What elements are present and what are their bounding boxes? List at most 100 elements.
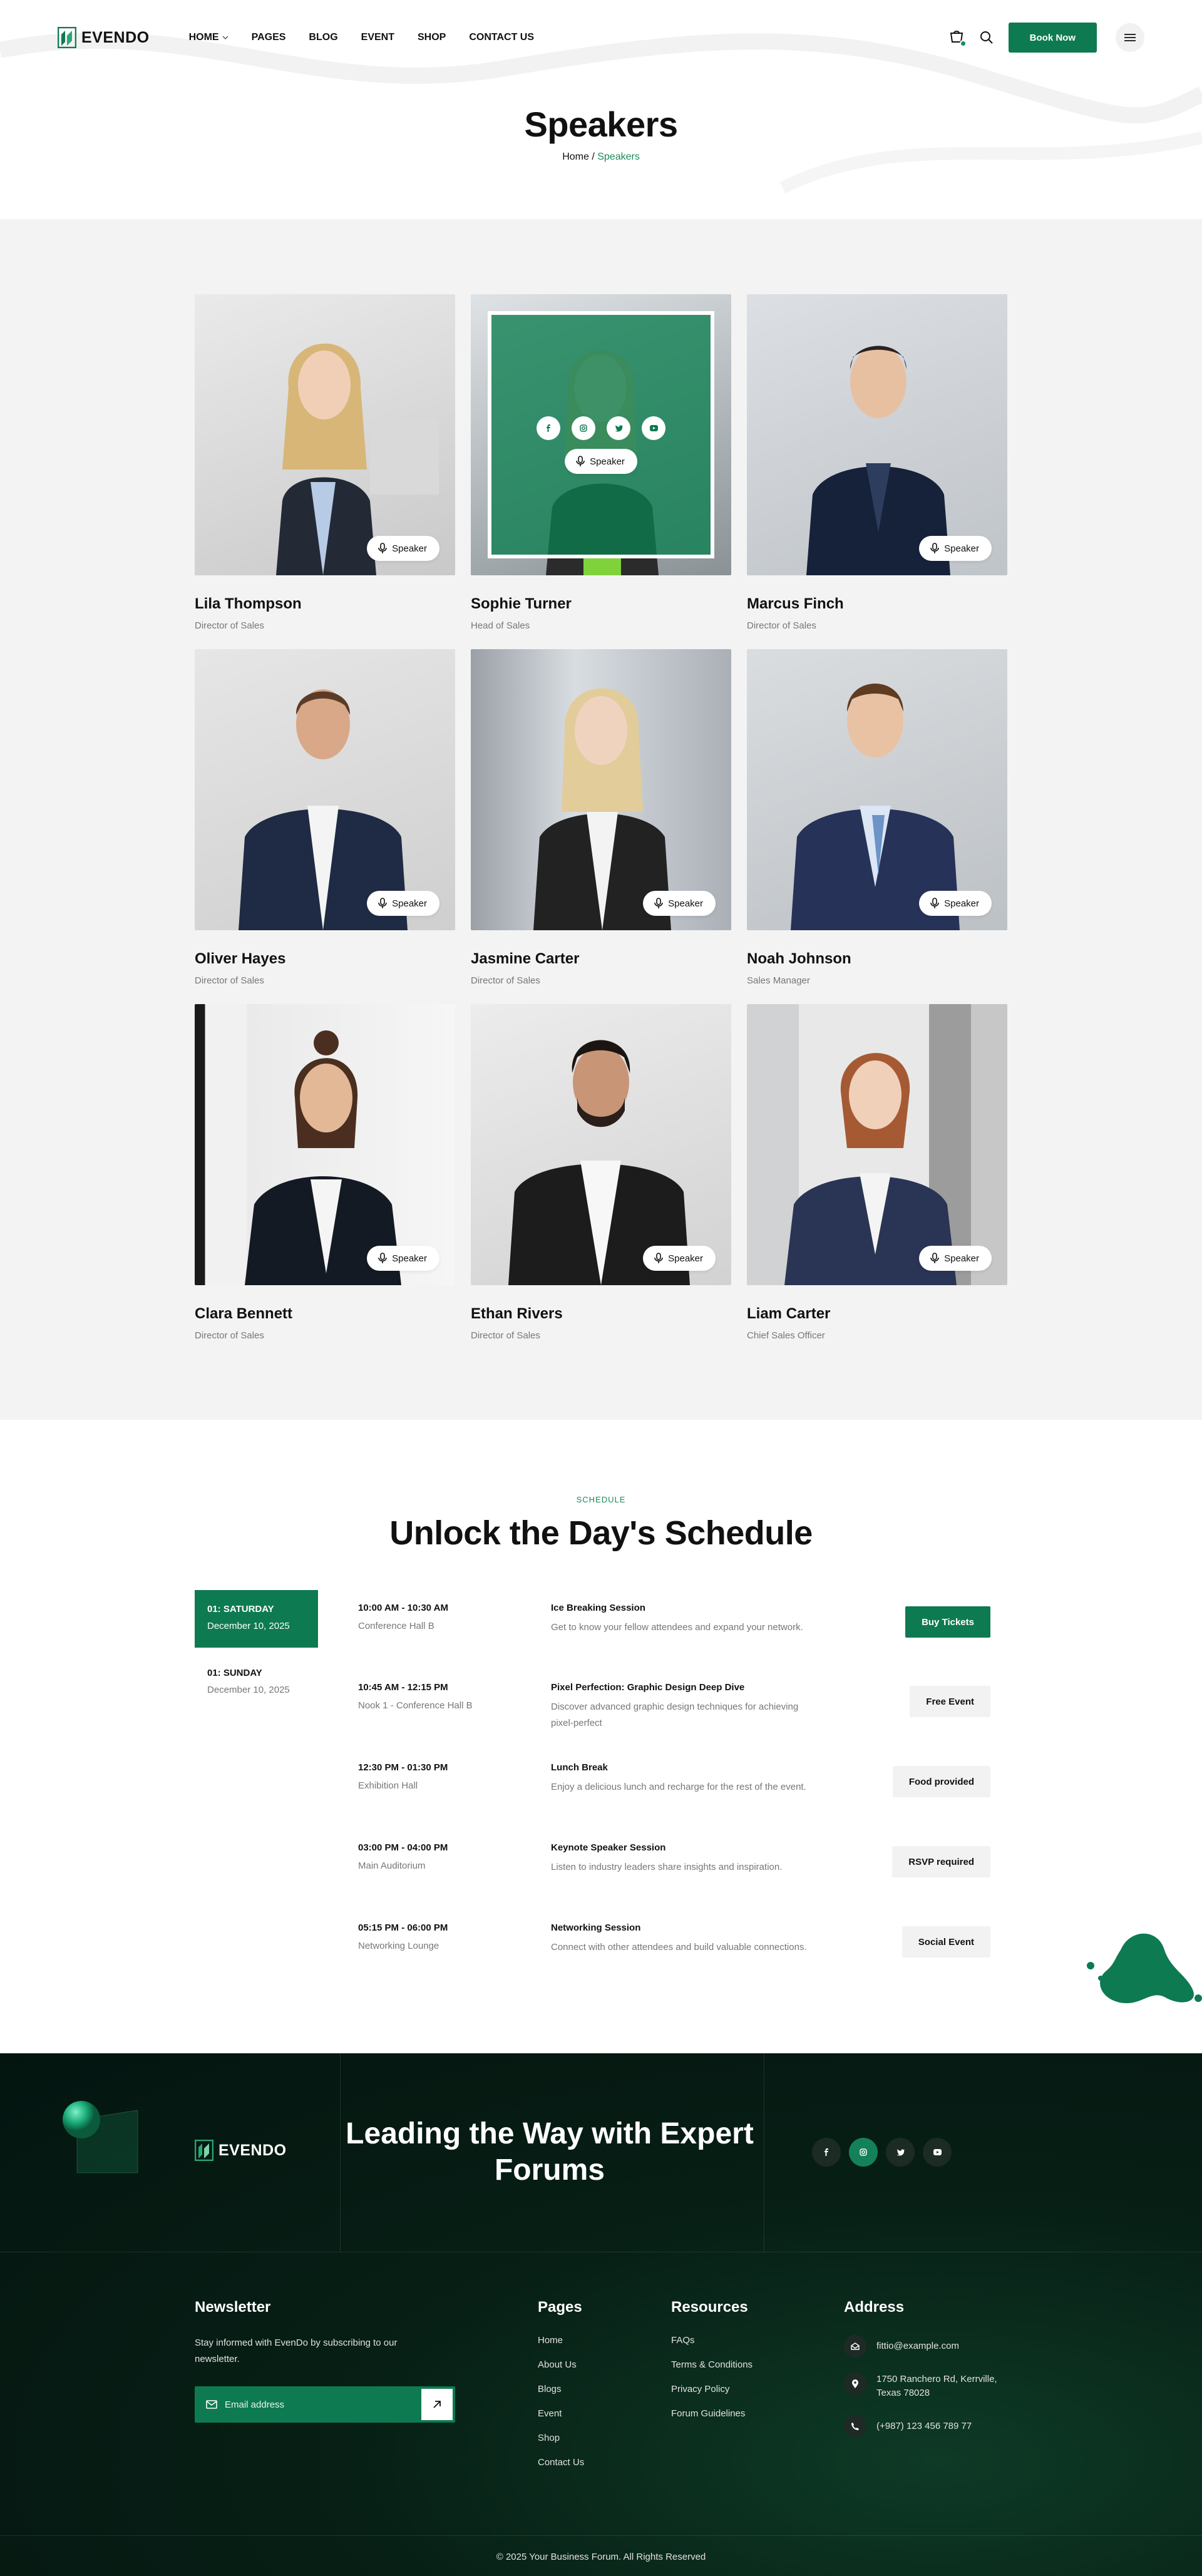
pages-title: Pages	[538, 2299, 582, 2316]
nav-event[interactable]: EVENT	[361, 32, 394, 43]
footer-logo[interactable]: EVENDO	[195, 2140, 287, 2161]
microphone-icon	[654, 1253, 663, 1263]
address-email[interactable]: fittio@example.com	[844, 2335, 1008, 2358]
session-location: Exhibition Hall	[358, 1780, 418, 1791]
newsletter-form: Email address	[195, 2386, 455, 2423]
instagram-icon[interactable]	[572, 416, 595, 440]
envelope-icon	[206, 2400, 217, 2409]
session-time: 03:00 PM - 04:00 PM	[358, 1842, 448, 1853]
session-tag[interactable]: RSVP required	[892, 1846, 990, 1877]
nav-contact[interactable]: CONTACT US	[469, 32, 534, 43]
instagram-icon[interactable]	[849, 2138, 878, 2167]
breadcrumb: Home / Speakers	[0, 151, 1202, 163]
page-header: EVENDO HOME PAGES BLOG EVENT SHOP CONTAC…	[0, 0, 1202, 219]
speaker-name[interactable]: Clara Bennett	[195, 1305, 455, 1323]
cart-button[interactable]	[948, 29, 967, 47]
speaker-badge-label: Speaker	[668, 898, 703, 909]
footer-link-guidelines[interactable]: Forum Guidelines	[671, 2408, 753, 2419]
facebook-icon[interactable]	[537, 416, 560, 440]
speaker-badge: Speaker	[367, 1246, 439, 1271]
speaker-name[interactable]: Ethan Rivers	[471, 1305, 731, 1323]
nav-actions: Book Now	[948, 23, 1144, 53]
day-tab-saturday[interactable]: 01: SATURDAY December 10, 2025	[195, 1590, 318, 1648]
speaker-portrait	[245, 1030, 401, 1285]
cart-indicator	[959, 40, 967, 47]
pages-links: Home About Us Blogs Event Shop Contact U…	[538, 2335, 584, 2468]
session-tag[interactable]: Free Event	[910, 1686, 990, 1717]
session-title: Networking Session	[551, 1922, 641, 1933]
session-row: 03:00 PM - 04:00 PM Main Auditorium Keyn…	[358, 1842, 990, 1905]
speaker-card[interactable]: Speaker Lila Thompson Director of Sales	[195, 294, 455, 649]
speaker-card[interactable]: Speaker Liam Carter Chief Sales Officer	[747, 1004, 1007, 1359]
footer-link-terms[interactable]: Terms & Conditions	[671, 2359, 753, 2370]
speaker-badge: Speaker	[919, 891, 992, 916]
speakers-grid: Speaker Lila Thompson Director of Sales	[195, 294, 1007, 1359]
address-phone[interactable]: (+987) 123 456 789 77	[844, 2415, 1008, 2438]
footer-link-privacy[interactable]: Privacy Policy	[671, 2384, 753, 2394]
footer-link-home[interactable]: Home	[538, 2335, 584, 2346]
book-now-button[interactable]: Book Now	[1008, 23, 1097, 53]
youtube-icon[interactable]	[642, 416, 665, 440]
footer-link-blogs[interactable]: Blogs	[538, 2384, 584, 2394]
footer-link-faqs[interactable]: FAQs	[671, 2335, 753, 2346]
speaker-portrait	[508, 1040, 690, 1285]
nav-home[interactable]: HOME	[189, 32, 229, 43]
speaker-card[interactable]: Speaker Noah Johnson Sales Manager	[747, 649, 1007, 1004]
day-label: 01: SATURDAY	[207, 1604, 274, 1614]
speaker-name[interactable]: Marcus Finch	[747, 595, 1007, 613]
speaker-name[interactable]: Liam Carter	[747, 1305, 1007, 1323]
speaker-photo: Speaker	[195, 649, 455, 930]
footer-link-contact[interactable]: Contact Us	[538, 2457, 584, 2468]
speakers-section: Speaker Lila Thompson Director of Sales	[0, 219, 1202, 1420]
subscribe-button[interactable]	[421, 2389, 453, 2420]
navbar: EVENDO HOME PAGES BLOG EVENT SHOP CONTAC…	[58, 19, 1144, 56]
speaker-name[interactable]: Sophie Turner	[471, 595, 731, 613]
speaker-photo: Speaker	[195, 1004, 455, 1285]
speaker-badge: Speaker	[643, 891, 716, 916]
phone-icon	[844, 2415, 866, 2438]
schedule-section: SCHEDULE Unlock the Day's Schedule 01: S…	[0, 1420, 1202, 2053]
speaker-name[interactable]: Lila Thompson	[195, 595, 455, 613]
footer-link-event[interactable]: Event	[538, 2408, 584, 2419]
speaker-photo: Speaker	[747, 1004, 1007, 1285]
speaker-badge: Speaker	[367, 536, 439, 561]
youtube-icon[interactable]	[923, 2138, 952, 2167]
email-input[interactable]: Email address	[225, 2399, 421, 2410]
session-tag[interactable]: Food provided	[892, 1766, 990, 1797]
buy-tickets-button[interactable]: Buy Tickets	[905, 1606, 990, 1638]
footer-link-shop[interactable]: Shop	[538, 2433, 584, 2443]
facebook-icon[interactable]	[812, 2138, 841, 2167]
speaker-portrait	[276, 343, 439, 575]
nav-pages[interactable]: PAGES	[252, 32, 286, 43]
speaker-role: Director of Sales	[195, 975, 264, 986]
newsletter-column: Newsletter Stay informed with EvenDo by …	[195, 2299, 455, 2423]
search-icon[interactable]	[980, 31, 994, 44]
day-tab-sunday[interactable]: 01: SUNDAY December 10, 2025	[195, 1654, 318, 1711]
speaker-card[interactable]: Speaker Oliver Hayes Director of Sales	[195, 649, 455, 1004]
newsletter-title: Newsletter	[195, 2299, 271, 2316]
speaker-name[interactable]: Oliver Hayes	[195, 950, 455, 968]
breadcrumb-home[interactable]: Home	[562, 151, 589, 162]
speaker-role: Director of Sales	[747, 620, 816, 631]
speaker-card[interactable]: Speaker Clara Bennett Director of Sales	[195, 1004, 455, 1359]
brand-name: EVENDO	[81, 28, 150, 46]
nav-blog[interactable]: BLOG	[309, 32, 337, 43]
twitter-icon[interactable]	[886, 2138, 915, 2167]
footer-link-about[interactable]: About Us	[538, 2359, 584, 2370]
logo[interactable]: EVENDO	[58, 27, 150, 48]
twitter-icon[interactable]	[607, 416, 630, 440]
speaker-card[interactable]: Speaker Jasmine Carter Director of Sales	[471, 649, 731, 1004]
hamburger-icon	[1124, 34, 1136, 41]
address-location: 1750 Ranchero Rd, Kerrville, Texas 78028	[844, 2373, 1008, 2400]
address-column: Address fittio@example.com 1750 Ranchero…	[844, 2299, 1008, 2453]
speaker-card[interactable]: Speaker Ethan Rivers Director of Sales	[471, 1004, 731, 1359]
speaker-hover-overlay: Speaker	[488, 311, 714, 558]
session-tag[interactable]: Social Event	[902, 1926, 990, 1958]
menu-button[interactable]	[1116, 23, 1144, 52]
nav-shop[interactable]: SHOP	[418, 32, 446, 43]
main-nav: HOME PAGES BLOG EVENT SHOP CONTACT US	[189, 32, 534, 43]
speaker-card[interactable]: Speaker Sophie Turner Head of Sales	[471, 294, 731, 649]
speaker-name[interactable]: Noah Johnson	[747, 950, 1007, 968]
speaker-card[interactable]: Speaker Marcus Finch Director of Sales	[747, 294, 1007, 649]
speaker-name[interactable]: Jasmine Carter	[471, 950, 731, 968]
